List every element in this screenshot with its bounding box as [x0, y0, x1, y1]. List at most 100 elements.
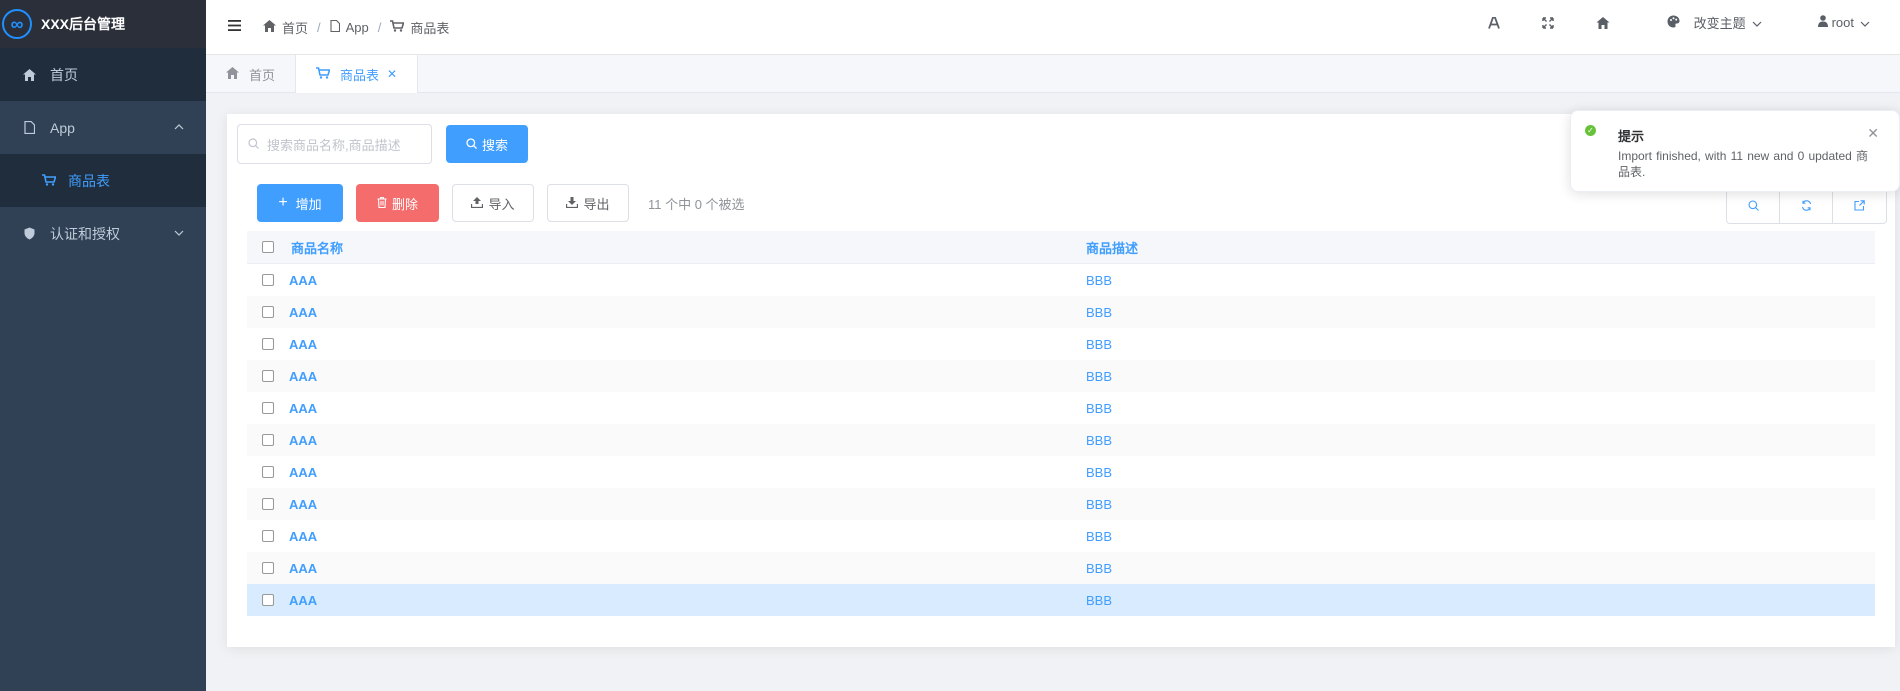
cell-desc[interactable]: BBB: [1086, 369, 1875, 384]
row-checkbox[interactable]: [262, 530, 274, 542]
logo[interactable]: ∞ XXX后台管理: [0, 0, 206, 48]
cell-desc[interactable]: BBB: [1086, 593, 1875, 608]
table-row[interactable]: AAA BBB: [247, 296, 1875, 328]
add-button[interactable]: + 增加: [257, 184, 343, 222]
user-icon: [1817, 15, 1828, 30]
cell-desc[interactable]: BBB: [1086, 529, 1875, 544]
table-header: 商品名称 商品描述: [247, 231, 1875, 264]
trash-icon: [377, 196, 387, 211]
sidebar-item-home[interactable]: 首页: [0, 48, 206, 101]
cell-desc[interactable]: BBB: [1086, 401, 1875, 416]
breadcrumb-item-home[interactable]: 首页: [282, 18, 308, 37]
tag-home[interactable]: 首页: [206, 55, 295, 93]
sidebar-item-auth[interactable]: 认证和授权: [0, 207, 206, 260]
cell-name[interactable]: AAA: [289, 465, 1086, 480]
columns-button[interactable]: [1833, 187, 1886, 223]
tag-goods[interactable]: 商品表 ✕: [295, 55, 419, 93]
home-icon[interactable]: [1596, 16, 1610, 29]
table-row[interactable]: AAA BBB: [247, 520, 1875, 552]
close-icon[interactable]: ✕: [387, 67, 397, 81]
theme-label: 改变主题: [1693, 16, 1746, 31]
tags-view: 首页 商品表 ✕: [206, 55, 1900, 93]
main-card: 搜索商品名称,商品描述 搜索 + 增加 删除 导入 导出 11 个中 0 个被选…: [227, 114, 1895, 647]
cell-desc[interactable]: BBB: [1086, 561, 1875, 576]
cell-name[interactable]: AAA: [289, 561, 1086, 576]
cell-desc[interactable]: BBB: [1086, 497, 1875, 512]
breadcrumb: 首页 / App / 商品表: [263, 18, 449, 37]
cell-desc[interactable]: BBB: [1086, 465, 1875, 480]
notification-title: 提示: [1618, 129, 1645, 144]
cart-icon: [42, 173, 57, 189]
row-checkbox[interactable]: [262, 562, 274, 574]
search-placeholder: 搜索商品名称,商品描述: [267, 137, 401, 153]
table-row[interactable]: AAA BBB: [247, 456, 1875, 488]
row-checkbox[interactable]: [262, 594, 274, 606]
selection-count: 11 个中 0 个被选: [648, 196, 745, 212]
chevron-down-icon: [1860, 15, 1870, 30]
table-body: AAA BBB AAA BBB AAA BBB AAA BBB AAA BBB AAA BBB AAA B…: [247, 264, 1875, 616]
sidebar-item-label: 商品表: [68, 172, 110, 189]
file-icon: [22, 121, 36, 134]
table-row[interactable]: AAA BBB: [247, 264, 1875, 296]
cell-desc[interactable]: BBB: [1086, 305, 1875, 320]
row-checkbox[interactable]: [262, 370, 274, 382]
table-row[interactable]: AAA BBB: [247, 360, 1875, 392]
row-checkbox[interactable]: [262, 338, 274, 350]
search-icon: [248, 137, 259, 152]
column-header-desc[interactable]: 商品描述: [1086, 238, 1875, 257]
refresh-button[interactable]: [1780, 187, 1833, 223]
plus-icon: +: [278, 194, 288, 211]
sidebar-item-label: 首页: [50, 66, 78, 83]
table-row[interactable]: AAA BBB: [247, 552, 1875, 584]
cell-name[interactable]: AAA: [289, 433, 1086, 448]
external-link-icon: [1854, 199, 1865, 211]
cell-name[interactable]: AAA: [289, 497, 1086, 512]
table-row[interactable]: AAA BBB: [247, 488, 1875, 520]
cell-name[interactable]: AAA: [289, 305, 1086, 320]
row-checkbox[interactable]: [262, 274, 274, 286]
table-row[interactable]: AAA BBB: [247, 424, 1875, 456]
hamburger-icon[interactable]: [228, 18, 241, 36]
navbar: 首页 / App / 商品表 改变主题 root: [206, 0, 1900, 55]
cell-name[interactable]: AAA: [289, 273, 1086, 288]
table-row[interactable]: AAA BBB: [247, 392, 1875, 424]
success-icon: ✓: [1585, 125, 1596, 136]
export-button[interactable]: 导出: [547, 184, 629, 222]
cell-name[interactable]: AAA: [289, 593, 1086, 608]
search-button[interactable]: 搜索: [446, 125, 528, 163]
home-icon: [22, 68, 36, 81]
table-row[interactable]: AAA BBB: [247, 328, 1875, 360]
cell-desc[interactable]: BBB: [1086, 273, 1875, 288]
delete-button[interactable]: 删除: [356, 184, 439, 222]
select-all-checkbox[interactable]: [262, 241, 274, 253]
row-checkbox[interactable]: [262, 306, 274, 318]
row-checkbox[interactable]: [262, 434, 274, 446]
row-checkbox[interactable]: [262, 466, 274, 478]
column-header-name[interactable]: 商品名称: [289, 238, 1086, 257]
sidebar-item-goods[interactable]: 商品表: [0, 154, 206, 207]
navbar-right: 改变主题 root: [1487, 0, 1900, 45]
cell-desc[interactable]: BBB: [1086, 433, 1875, 448]
font-size-icon[interactable]: [1487, 16, 1500, 29]
row-checkbox[interactable]: [262, 498, 274, 510]
cell-name[interactable]: AAA: [289, 337, 1086, 352]
cell-name[interactable]: AAA: [289, 401, 1086, 416]
user-menu[interactable]: root: [1817, 15, 1870, 30]
fullscreen-icon[interactable]: [1541, 16, 1554, 29]
close-icon[interactable]: ✕: [1867, 125, 1879, 142]
app-title: XXX后台管理: [41, 16, 126, 32]
cell-name[interactable]: AAA: [289, 369, 1086, 384]
sidebar-item-app[interactable]: App: [0, 101, 206, 154]
breadcrumb-item-app[interactable]: App: [346, 20, 369, 35]
theme-picker[interactable]: 改变主题: [1667, 13, 1762, 32]
search-input[interactable]: 搜索商品名称,商品描述: [237, 124, 432, 164]
row-checkbox[interactable]: [262, 402, 274, 414]
cell-desc[interactable]: BBB: [1086, 337, 1875, 352]
import-button[interactable]: 导入: [452, 184, 534, 222]
chevron-down-icon: [174, 228, 184, 239]
cell-name[interactable]: AAA: [289, 529, 1086, 544]
search-toggle-button[interactable]: [1727, 187, 1780, 223]
cart-icon: [316, 66, 331, 82]
username: root: [1831, 15, 1854, 30]
table-row[interactable]: AAA BBB: [247, 584, 1875, 616]
